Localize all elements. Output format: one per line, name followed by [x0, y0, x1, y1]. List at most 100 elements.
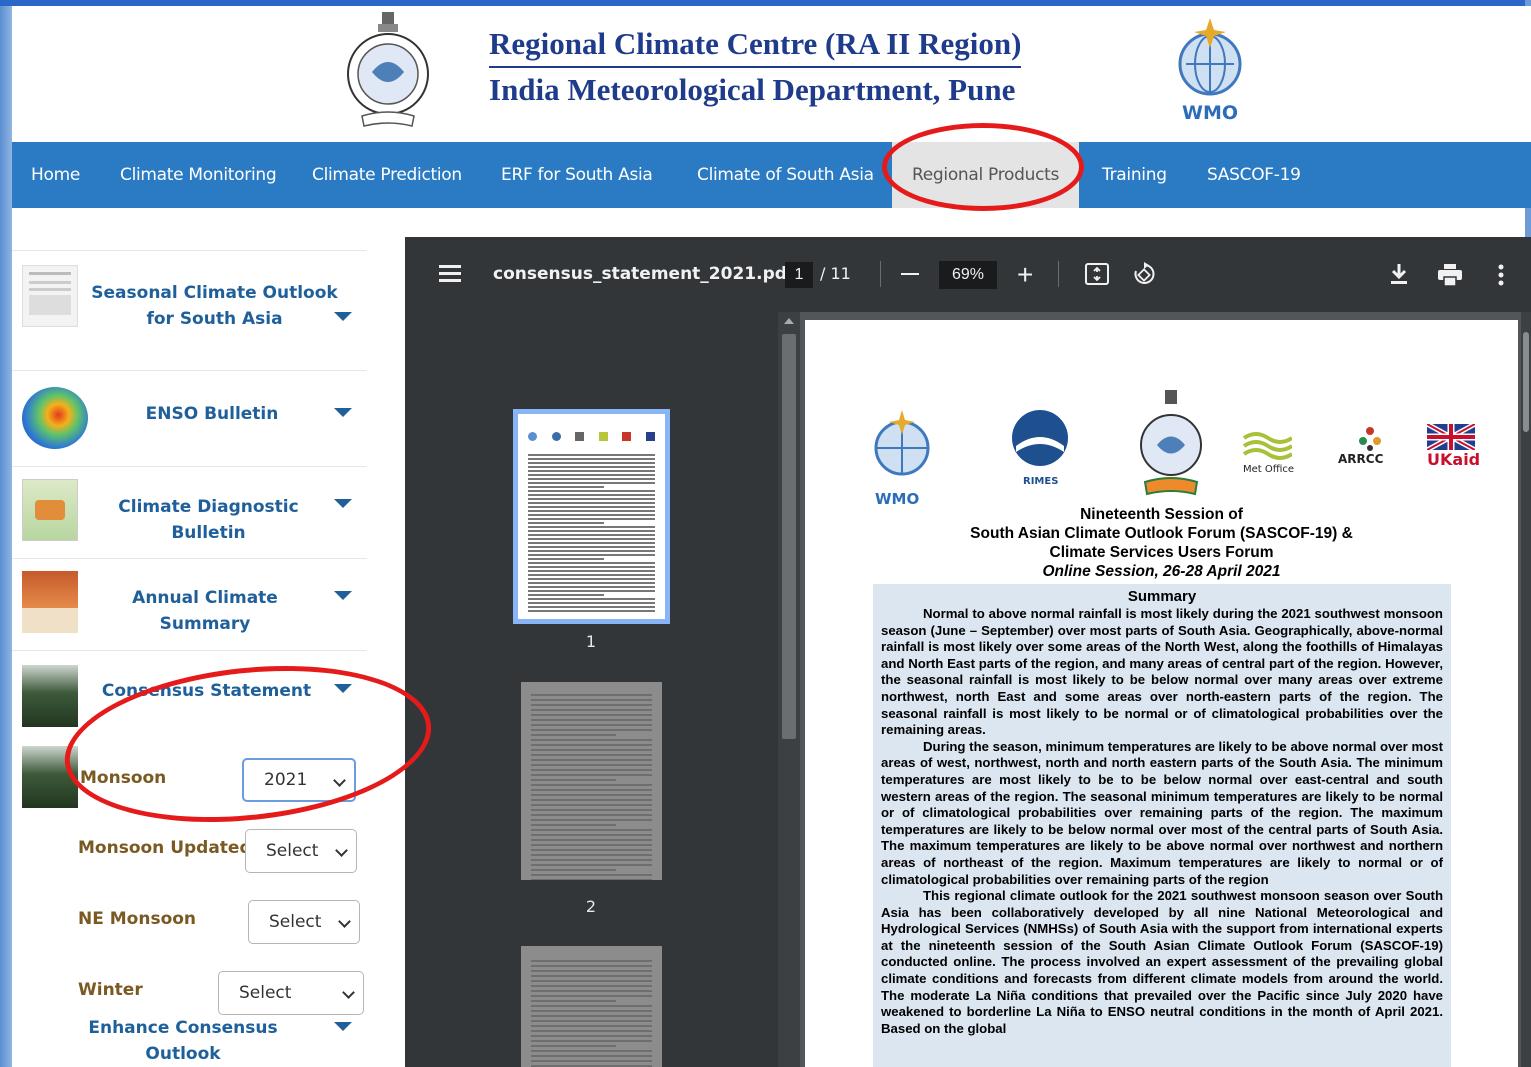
thumbnail-text-line	[531, 1060, 652, 1062]
thumbnail-text-line	[531, 819, 652, 821]
thumbnail-logo-row	[528, 432, 655, 442]
document-heading3: Climate Services Users Forum	[1049, 544, 1274, 561]
sidebar: Seasonal Climate Outlook for South Asia …	[12, 208, 372, 1067]
thumbnail-text-line	[531, 1015, 652, 1017]
thumbnail-text-line	[531, 759, 652, 761]
thumbnail-page-3[interactable]	[521, 946, 662, 1067]
thumbnail-scrollbar[interactable]	[778, 312, 800, 1067]
thumbnail-text-line	[531, 774, 652, 776]
ne-monsoon-label: NE Monsoon	[78, 909, 197, 929]
summary-box: Summary Normal to above normal rainfall …	[873, 584, 1451, 1067]
sidebar-item-annual-summary[interactable]: Annual Climate Summary	[12, 558, 367, 650]
thumbnail-text-line	[531, 879, 652, 880]
thumbnail-text-line	[528, 586, 655, 588]
summary-paragraph: During the season, minimum temperatures …	[881, 738, 1443, 887]
page-scrollbar[interactable]	[1521, 312, 1531, 1067]
document-heading4: Online Session, 26-28 April 2021	[1042, 563, 1281, 580]
chevron-down-icon[interactable]	[334, 312, 352, 321]
main-navbar: Home Climate Monitoring Climate Predicti…	[12, 142, 1531, 208]
nav-sascof-19[interactable]: SASCOF-19	[1207, 142, 1301, 208]
sidebar-item-enhance-consensus[interactable]: Enhance Consensus Outlook	[48, 1015, 318, 1067]
sidebar-item-consensus-statement[interactable]: Consensus Statement	[12, 650, 367, 742]
monsoon-updated-select[interactable]: Select	[245, 829, 357, 873]
thumbnail-text-line	[528, 546, 655, 548]
thumbnail-page-2[interactable]	[521, 682, 662, 880]
zoom-out-icon[interactable]	[901, 273, 919, 275]
chevron-down-icon[interactable]	[334, 408, 352, 417]
thumbnail-text-line	[528, 582, 655, 584]
page-number-input[interactable]: 1	[785, 262, 813, 288]
thumbnail-text-line	[531, 709, 652, 711]
ukaid-flag-logo	[1427, 424, 1475, 450]
summary-paragraph: Normal to above normal rainfall is most …	[881, 606, 1443, 738]
sidebar-item-climate-diagnostic[interactable]: Climate Diagnostic Bulletin	[12, 466, 367, 558]
thumbnail-text-line	[531, 985, 652, 987]
thumbnail-text-line	[531, 839, 652, 841]
thumbnail-text-line	[531, 704, 652, 706]
ne-monsoon-select[interactable]: Select	[248, 900, 360, 944]
pdf-page-1: WMO RIMES Met Office ARRCC UKaid Ninetee…	[805, 320, 1518, 1067]
rotate-icon[interactable]	[1131, 261, 1157, 287]
thumbnail-text-line	[528, 454, 655, 456]
thumbnail-page-1[interactable]	[513, 409, 670, 624]
thumbnail-text-line	[531, 784, 652, 786]
thumbnail-text-line	[528, 510, 655, 512]
document-heading2: South Asian Climate Outlook Forum (SASCO…	[970, 525, 1353, 542]
thumbnail-text-line	[531, 749, 652, 751]
document-logo-ukaid-text: UKaid	[1427, 450, 1481, 469]
sidebar-item-label: Annual Climate Summary	[132, 588, 278, 634]
thumbnail-text-line	[528, 522, 605, 524]
nav-climate-prediction[interactable]: Climate Prediction	[312, 142, 462, 208]
thumbnail-text-line	[531, 1050, 652, 1052]
pdf-filename: consensus_statement_2021.pdf	[493, 264, 795, 284]
chevron-down-icon[interactable]	[334, 684, 352, 693]
menu-icon[interactable]	[439, 265, 461, 283]
thumbnail-text-line	[531, 990, 652, 992]
thumbnail-text-line	[528, 514, 655, 516]
thumbnail-page-number: 2	[585, 897, 597, 916]
thumbnail-text-line	[531, 960, 652, 962]
zoom-level-input[interactable]: 69%	[939, 261, 997, 289]
nav-training[interactable]: Training	[1102, 142, 1167, 208]
nav-climate-of-south-asia[interactable]: Climate of South Asia	[697, 142, 874, 208]
print-icon[interactable]	[1438, 264, 1462, 286]
chevron-down-icon[interactable]	[334, 591, 352, 600]
thumbnail-text-line	[531, 874, 652, 876]
monsoon-year-select[interactable]: 2021	[242, 758, 356, 802]
thumbnail-text-line	[528, 502, 655, 504]
thumbnail-text-line	[528, 570, 655, 572]
download-icon[interactable]	[1389, 263, 1409, 285]
zoom-in-icon[interactable]: +	[1017, 261, 1033, 289]
fit-page-icon[interactable]	[1085, 263, 1109, 285]
nav-home[interactable]: Home	[31, 142, 80, 208]
thumbnail-text-line	[528, 470, 655, 472]
winter-select[interactable]: Select	[218, 971, 364, 1015]
document-logo-rimes-text: RIMES	[1023, 476, 1059, 487]
thumbnail-text-line	[531, 719, 652, 721]
chevron-down-icon[interactable]	[334, 499, 352, 508]
thumbnail-text-line	[528, 538, 655, 540]
thumbnail-text-lines	[528, 454, 655, 614]
toolbar-divider	[1058, 261, 1059, 287]
thumbnail-text-line	[528, 562, 655, 564]
document-logo-row: WMO RIMES Met Office ARRCC UKaid	[805, 390, 1518, 508]
thumbnail-text-line	[528, 506, 655, 508]
thumbnail-text-line	[528, 574, 655, 576]
nav-erf-south-asia[interactable]: ERF for South Asia	[501, 142, 653, 208]
wmo-logo: WMO	[1164, 14, 1256, 129]
thumbnail-text-line	[531, 975, 652, 977]
sidebar-item-enso-bulletin[interactable]: ENSO Bulletin	[12, 370, 367, 466]
sidebar-item-seasonal-outlook[interactable]: Seasonal Climate Outlook for South Asia	[12, 250, 367, 370]
thumbnail-text-line	[531, 769, 652, 771]
nav-climate-monitoring[interactable]: Climate Monitoring	[120, 142, 277, 208]
chevron-down-icon[interactable]	[334, 1022, 352, 1031]
thumbnail-text-line	[531, 734, 616, 736]
met-office-logo	[1242, 432, 1292, 460]
thumbnail-text-line	[528, 478, 655, 480]
nav-regional-products[interactable]: Regional Products	[892, 142, 1080, 208]
thumbnail-text-line	[528, 610, 655, 612]
thumbnail-text-line	[531, 844, 652, 846]
more-options-icon[interactable]	[1498, 264, 1504, 286]
site-header: Regional Climate Centre (RA II Region) I…	[12, 6, 1531, 142]
document-logo-arrcc-text: ARRCC	[1338, 452, 1384, 466]
